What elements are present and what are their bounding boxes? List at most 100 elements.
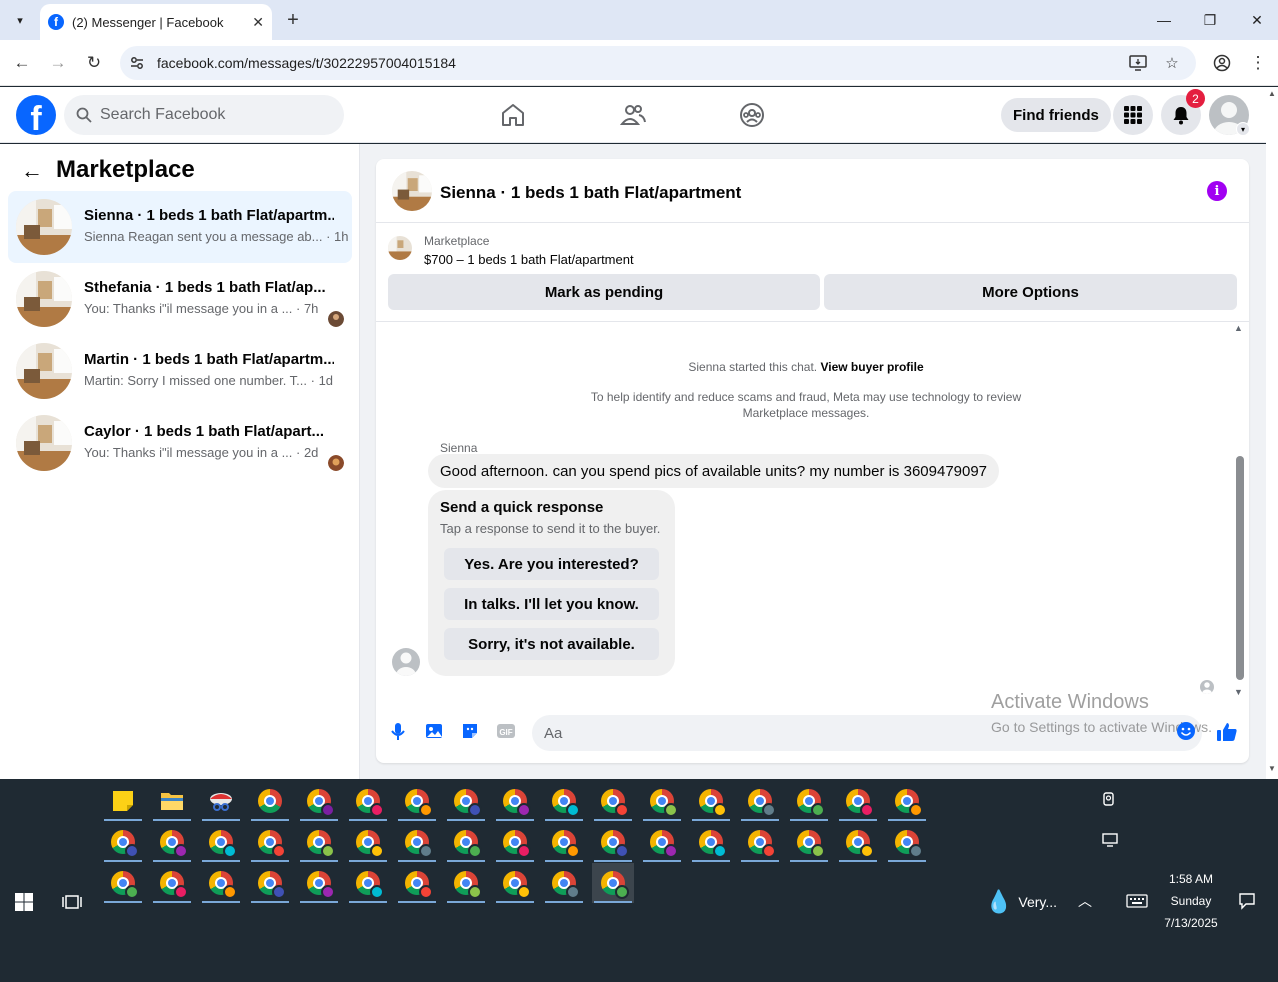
chat-title[interactable]: Sienna · 1 beds 1 bath Flat/apartment: [440, 183, 741, 203]
chrome-profile-icon[interactable]: [445, 822, 487, 862]
chrome-icon[interactable]: [249, 781, 291, 821]
chrome-profile-icon[interactable]: [592, 822, 634, 862]
mark-as-pending-button[interactable]: Mark as pending: [388, 274, 820, 310]
quick-response-button[interactable]: In talks. I'll let you know.: [444, 588, 659, 620]
chrome-profile-icon[interactable]: [886, 781, 928, 821]
new-tab-plus-icon[interactable]: +: [282, 8, 304, 32]
address-bar[interactable]: facebook.com/messages/t/3022295700401518…: [120, 46, 1196, 80]
microphone-icon[interactable]: [388, 721, 408, 741]
chrome-profile-icon[interactable]: [494, 863, 536, 903]
scroll-up-arrow-icon[interactable]: ▲: [1234, 323, 1243, 333]
scroll-down-arrow-icon[interactable]: ▼: [1234, 687, 1243, 697]
sticker-icon[interactable]: [460, 721, 480, 741]
account-chevron-icon[interactable]: ▾: [1236, 122, 1250, 136]
sticky-notes-icon[interactable]: [102, 781, 144, 821]
chrome-profile-icon[interactable]: [396, 822, 438, 862]
photo-icon[interactable]: [424, 721, 444, 741]
meet-now-icon[interactable]: [1101, 790, 1119, 808]
home-icon[interactable]: [499, 101, 527, 129]
chrome-profile-icon[interactable]: [298, 822, 340, 862]
facebook-logo-icon[interactable]: f: [16, 95, 56, 135]
chrome-profile-icon[interactable]: [543, 822, 585, 862]
chrome-profile-icon[interactable]: [445, 863, 487, 903]
chrome-profile-icon[interactable]: [788, 822, 830, 862]
chrome-profile-icon[interactable]: [543, 781, 585, 821]
search-input[interactable]: [100, 106, 320, 124]
clock-time[interactable]: 1:58 AM: [1160, 872, 1222, 886]
keyboard-icon[interactable]: [1126, 894, 1148, 908]
info-icon[interactable]: i: [1207, 181, 1227, 201]
chrome-profile-icon[interactable]: [151, 863, 193, 903]
chrome-profile-icon[interactable]: [347, 863, 389, 903]
action-center-icon[interactable]: [1238, 892, 1256, 910]
browser-tab-messenger[interactable]: f (2) Messenger | Facebook ✕: [40, 4, 272, 40]
listing-price[interactable]: $700 – 1 beds 1 bath Flat/apartment: [424, 252, 634, 267]
windows-start-icon[interactable]: [14, 892, 34, 912]
groups-icon[interactable]: [738, 101, 766, 129]
chrome-profile-icon[interactable]: [739, 822, 781, 862]
page-scrollbar[interactable]: ▲ ▼: [1266, 87, 1278, 779]
quick-response-button[interactable]: Yes. Are you interested?: [444, 548, 659, 580]
chrome-profile-icon[interactable]: [886, 822, 928, 862]
chrome-profile-icon[interactable]: [690, 822, 732, 862]
chrome-profile-icon[interactable]: [494, 822, 536, 862]
chrome-profile-icon[interactable]: [298, 863, 340, 903]
conversation-item[interactable]: Caylor · 1 beds 1 bath Flat/apart... You…: [8, 407, 352, 479]
profile-icon[interactable]: [1210, 51, 1234, 75]
listing-thumbnail[interactable]: [392, 171, 432, 211]
minimize-icon[interactable]: —: [1152, 8, 1176, 32]
back-arrow-icon[interactable]: ←: [10, 51, 34, 75]
chrome-profile-icon[interactable]: [347, 822, 389, 862]
chrome-profile-icon[interactable]: [396, 781, 438, 821]
back-arrow-icon[interactable]: ←: [20, 158, 44, 183]
thumbs-up-icon[interactable]: [1216, 721, 1238, 743]
conversation-item[interactable]: Sthefania · 1 beds 1 bath Flat/ap... You…: [8, 263, 352, 335]
chrome-profile-icon[interactable]: [200, 863, 242, 903]
chrome-profile-icon[interactable]: [641, 781, 683, 821]
menu-grid-button[interactable]: [1113, 95, 1153, 135]
gif-icon[interactable]: GIF: [496, 721, 516, 741]
emoji-icon[interactable]: [1176, 721, 1196, 741]
forward-arrow-icon[interactable]: →: [46, 51, 70, 75]
reload-icon[interactable]: ↻: [82, 51, 106, 75]
snipping-tool-icon[interactable]: [200, 781, 242, 821]
chrome-profile-icon[interactable]: [298, 781, 340, 821]
chrome-profile-icon[interactable]: [788, 781, 830, 821]
view-buyer-profile-link[interactable]: View buyer profile: [820, 360, 923, 374]
site-settings-icon[interactable]: [128, 54, 146, 72]
chrome-profile-icon[interactable]: [249, 822, 291, 862]
tab-search-chevron-icon[interactable]: ▾: [8, 8, 32, 32]
chrome-profile-icon[interactable]: [837, 822, 879, 862]
network-icon[interactable]: [1101, 831, 1119, 849]
chrome-profile-icon[interactable]: [396, 863, 438, 903]
task-view-icon[interactable]: [62, 892, 82, 912]
conversation-item[interactable]: Martin · 1 beds 1 bath Flat/apartm... Ma…: [8, 335, 352, 407]
chrome-profile-icon[interactable]: [102, 822, 144, 862]
weather-widget[interactable]: 💧 Very...: [985, 889, 1057, 915]
chrome-profile-icon[interactable]: [837, 781, 879, 821]
browser-menu-icon[interactable]: ⋮: [1246, 51, 1270, 75]
chrome-profile-icon[interactable]: [641, 822, 683, 862]
chrome-profile-icon[interactable]: [102, 863, 144, 903]
conversation-item[interactable]: Sienna · 1 beds 1 bath Flat/apartm... Si…: [8, 191, 352, 263]
clock-date[interactable]: 7/13/2025: [1160, 916, 1222, 930]
chrome-profile-icon[interactable]: [543, 863, 585, 903]
friends-icon[interactable]: [619, 101, 647, 129]
install-app-icon[interactable]: [1128, 53, 1148, 73]
chrome-profile-icon[interactable]: [592, 863, 634, 903]
chrome-profile-icon[interactable]: [445, 781, 487, 821]
more-options-button[interactable]: More Options: [824, 274, 1237, 310]
chrome-profile-icon[interactable]: [249, 863, 291, 903]
facebook-search[interactable]: [64, 95, 344, 135]
restore-icon[interactable]: ❐: [1198, 8, 1222, 32]
show-hidden-icons-chevron-icon[interactable]: ︿: [1078, 891, 1092, 911]
bookmark-star-icon[interactable]: ☆: [1162, 53, 1182, 73]
tab-close-icon[interactable]: ✕: [252, 14, 264, 31]
chat-scrollbar-thumb[interactable]: [1236, 456, 1244, 680]
chrome-profile-icon[interactable]: [739, 781, 781, 821]
chrome-profile-icon[interactable]: [494, 781, 536, 821]
chrome-profile-icon[interactable]: [690, 781, 732, 821]
find-friends-button[interactable]: Find friends: [1001, 98, 1111, 132]
chrome-profile-icon[interactable]: [347, 781, 389, 821]
listing-thumbnail[interactable]: [388, 236, 412, 260]
